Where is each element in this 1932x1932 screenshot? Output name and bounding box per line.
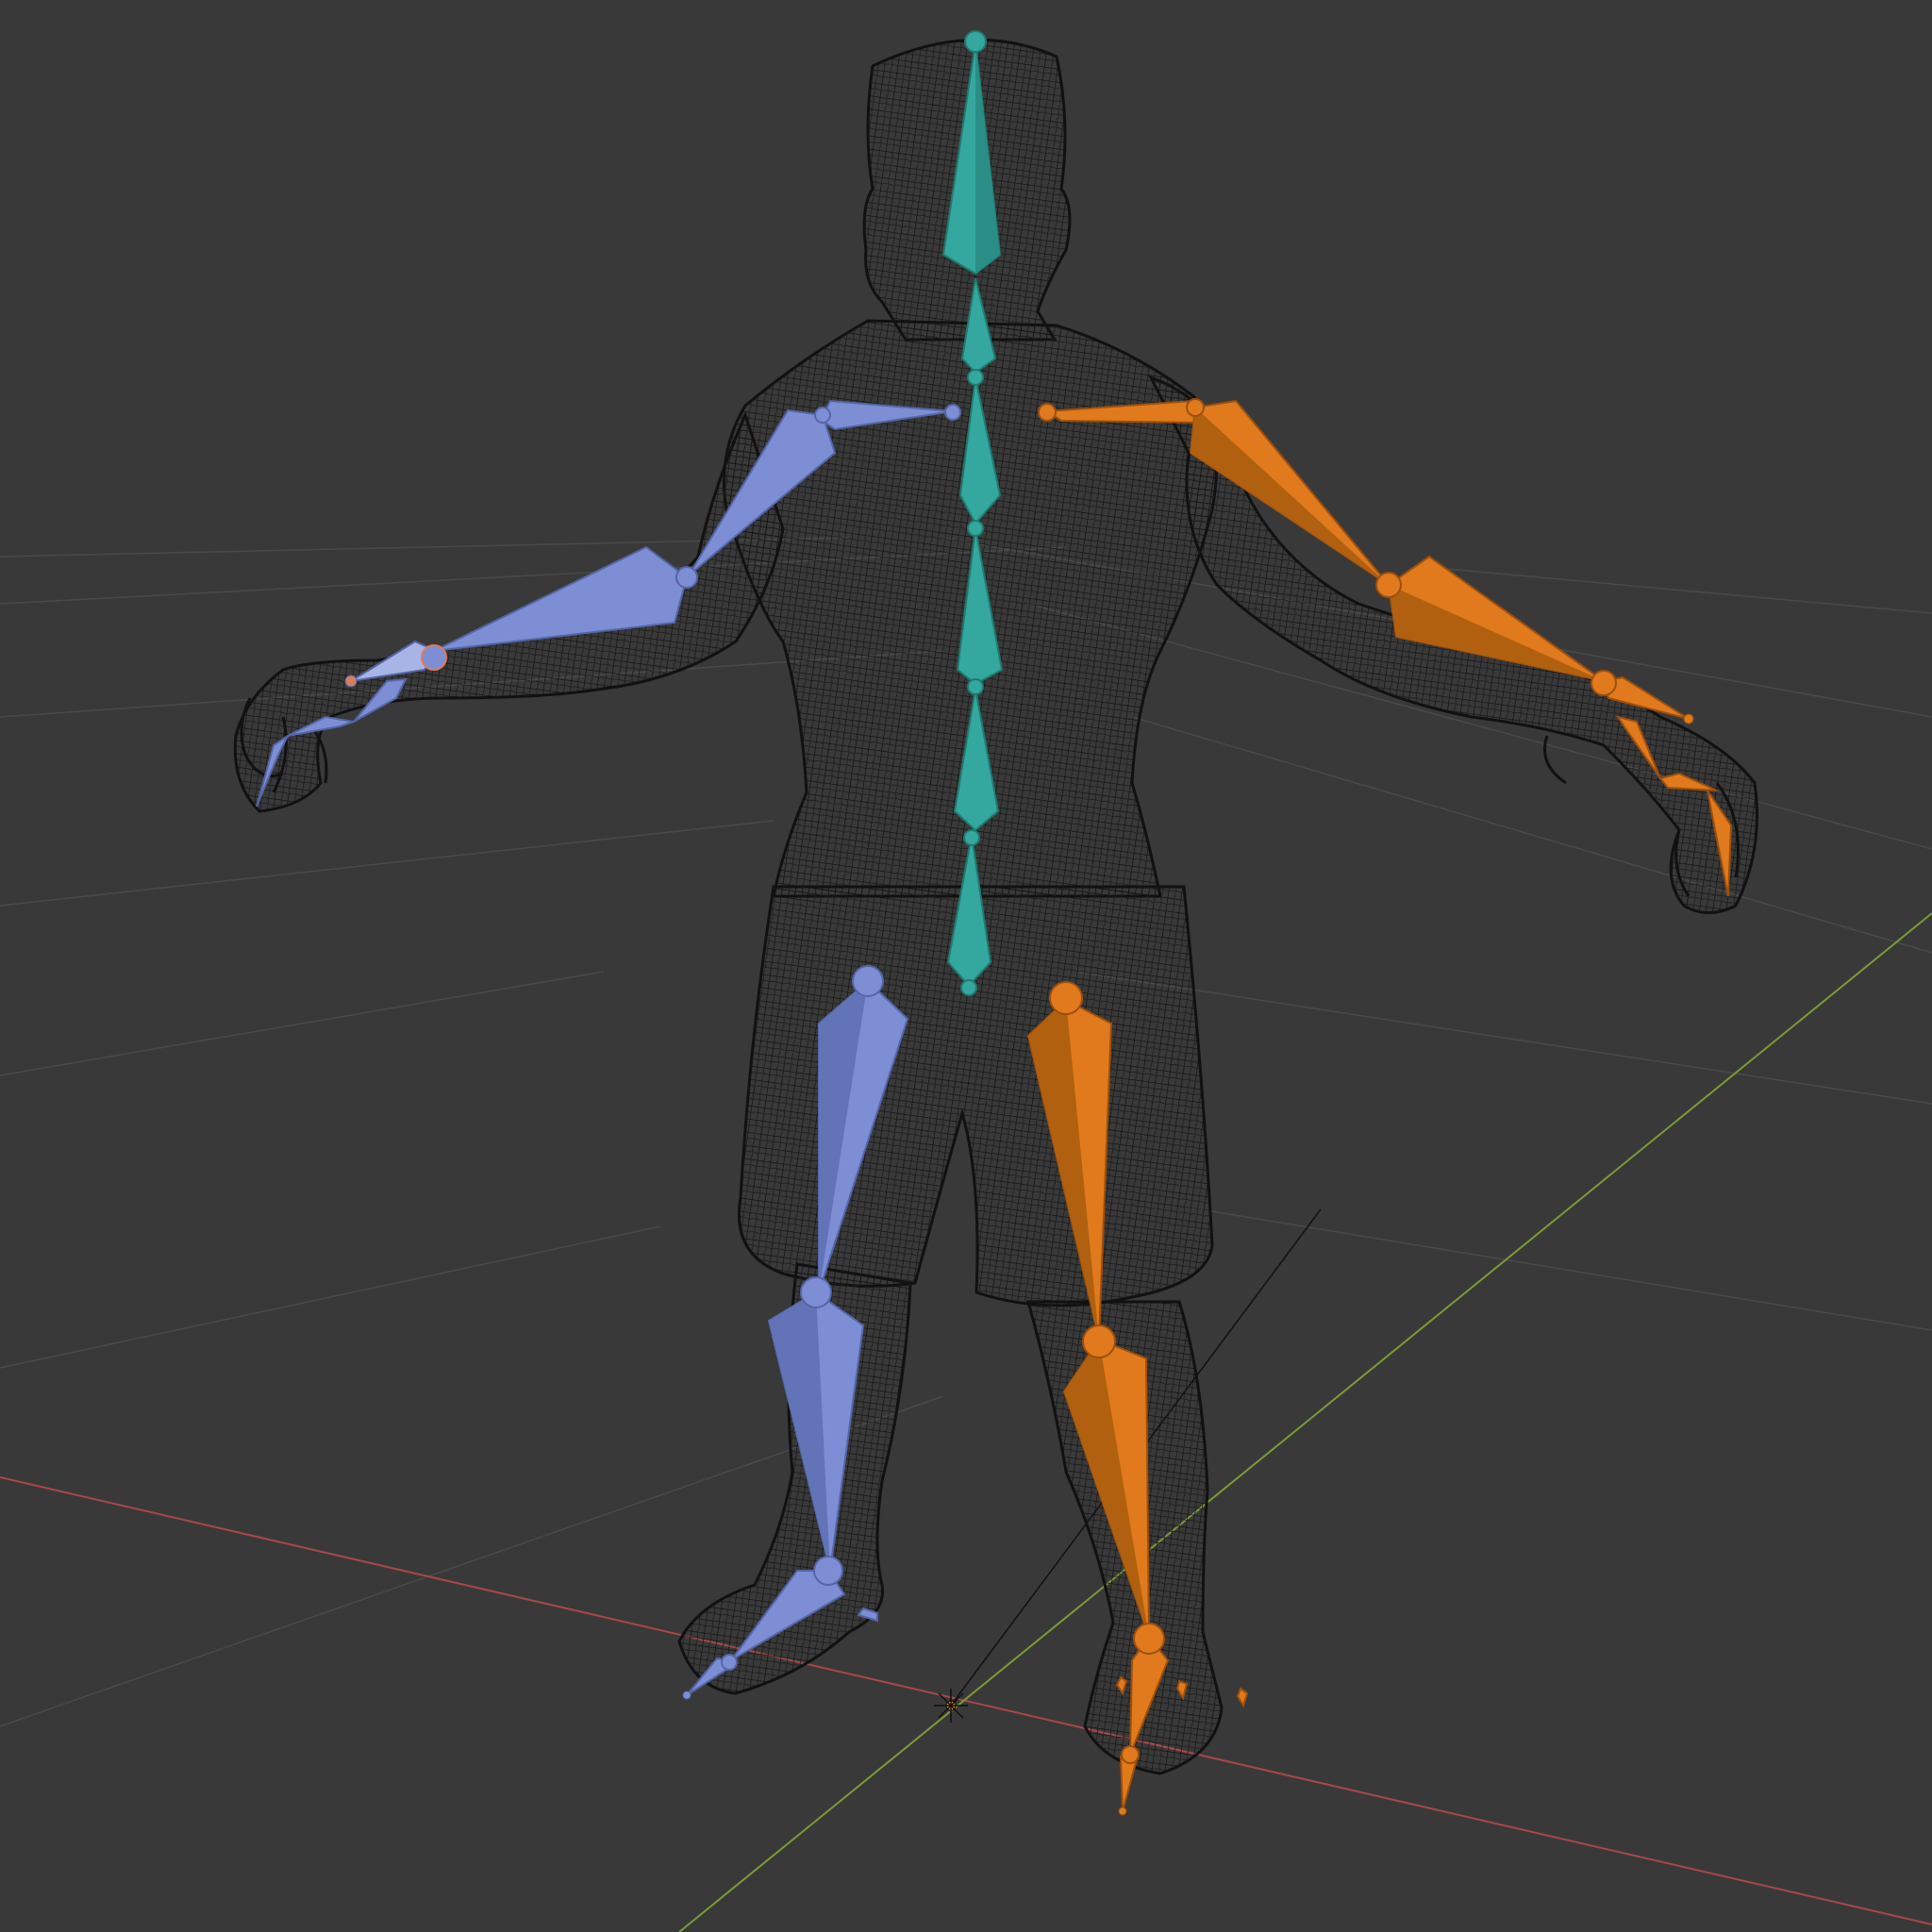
right-ankle-joint[interactable]: [1133, 1623, 1165, 1655]
right-hand-tip-joint: [1683, 713, 1694, 724]
head-bone-tail-joint[interactable]: [964, 30, 987, 53]
left-toe-joint[interactable]: [721, 1654, 738, 1671]
right-wrist-joint[interactable]: [1591, 670, 1617, 696]
viewport-scene[interactable]: [0, 0, 1932, 1932]
x-axis-line: [0, 1476, 1932, 1925]
spine-joint-1[interactable]: [967, 369, 984, 386]
3d-viewport[interactable]: [0, 0, 1932, 1932]
right-toe-joint[interactable]: [1121, 1745, 1140, 1764]
scene-origin-marker[interactable]: [934, 1689, 968, 1723]
left-hand-tip-joint: [344, 675, 358, 688]
left-knee-joint[interactable]: [800, 1276, 832, 1308]
right-knee-joint[interactable]: [1082, 1324, 1116, 1358]
left-toe-tip-joint: [682, 1690, 691, 1700]
spine-root-joint[interactable]: [960, 979, 977, 996]
spine-joint-3[interactable]: [967, 678, 984, 695]
left-elbow-anchor[interactable]: [814, 407, 831, 424]
spine-joint-4[interactable]: [963, 829, 980, 846]
right-elbow-joint[interactable]: [1375, 572, 1402, 598]
right-hip-joint[interactable]: [1049, 981, 1083, 1015]
character-wireframe-mesh[interactable]: [233, 38, 1758, 1775]
left-elbow-joint[interactable]: [675, 566, 698, 589]
right-toe-tip-joint: [1118, 1807, 1127, 1816]
right-shoulder-joint[interactable]: [1038, 403, 1057, 422]
right-heel-bone-3[interactable]: [1236, 1687, 1249, 1708]
left-shoulder-joint[interactable]: [944, 404, 961, 421]
left-ankle-joint[interactable]: [813, 1556, 843, 1586]
left-wrist-joint[interactable]: [421, 644, 447, 671]
spine-joint-2[interactable]: [967, 520, 984, 537]
left-hip-joint[interactable]: [852, 965, 884, 997]
right-shoulder-head-joint[interactable]: [1186, 398, 1205, 417]
3d-cursor-icon[interactable]: [934, 1689, 968, 1723]
